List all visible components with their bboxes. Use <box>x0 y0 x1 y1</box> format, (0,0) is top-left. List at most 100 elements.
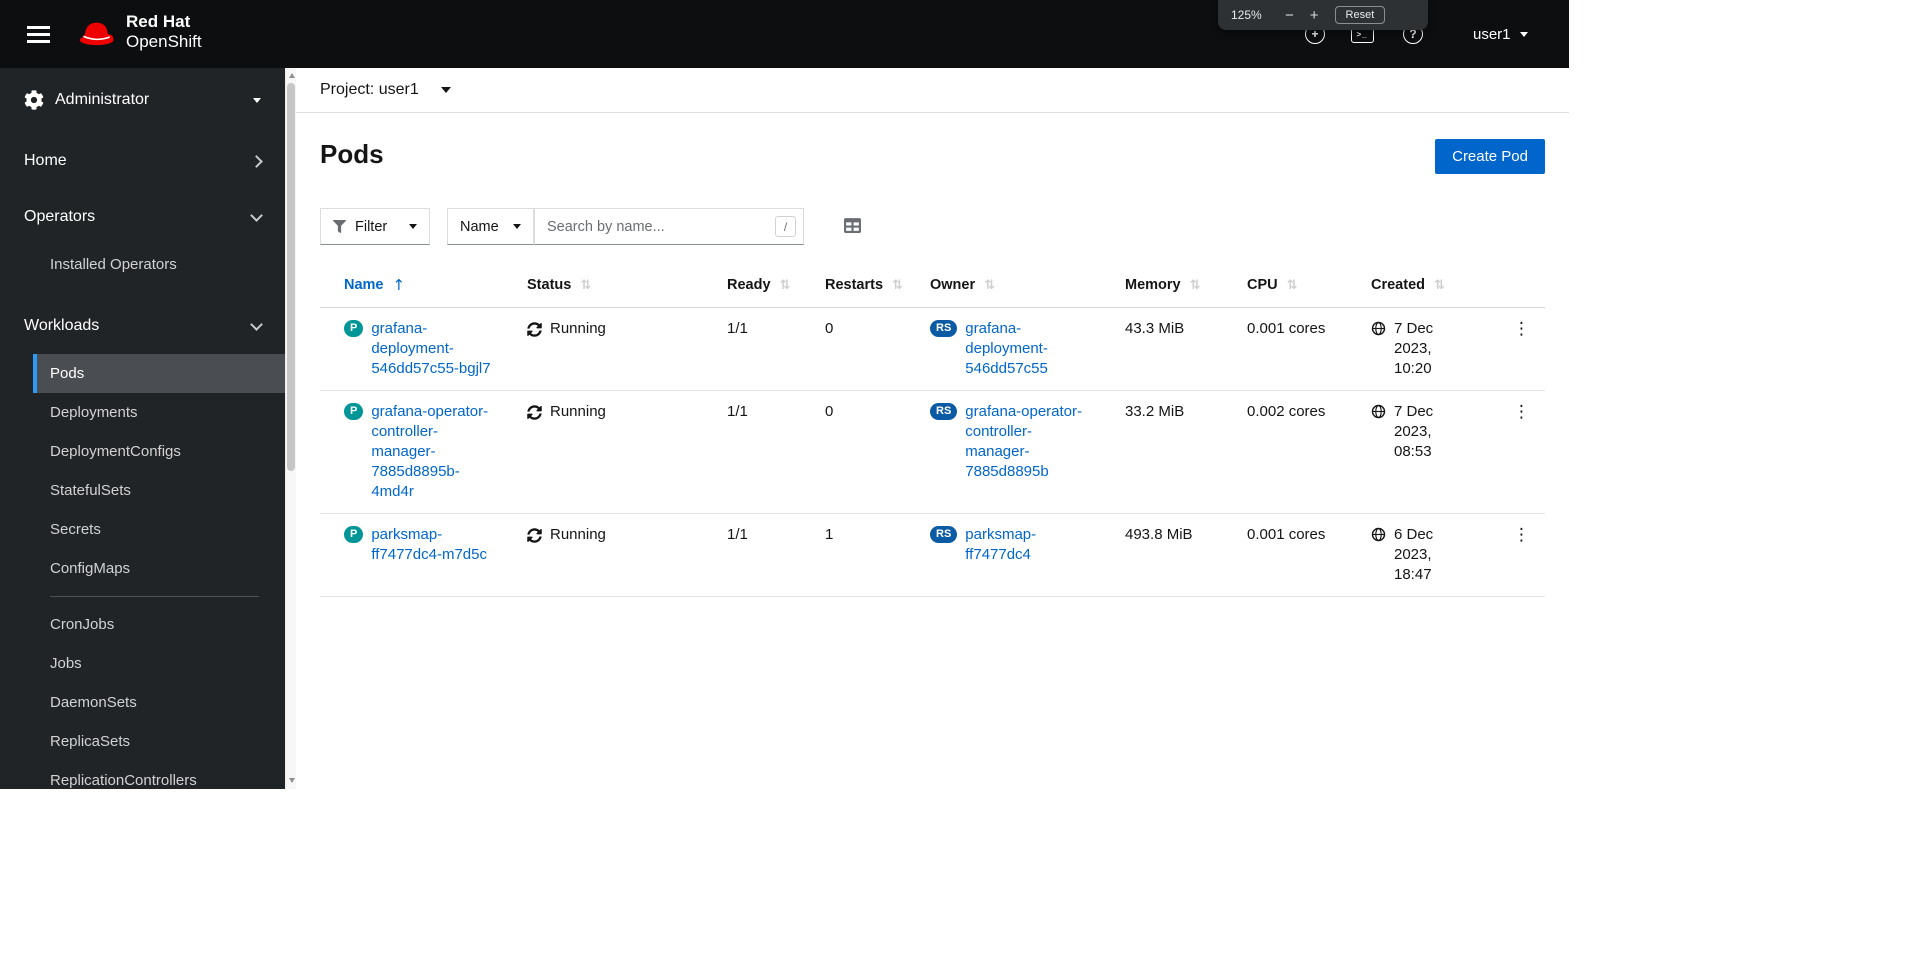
columns-icon <box>844 217 861 234</box>
column-header-ready[interactable]: Ready ⇅ <box>727 277 790 293</box>
main-content: Project: user1 Pods Create Pod Filter Na… <box>296 68 1569 789</box>
replicaset-badge: RS <box>930 526 958 543</box>
sort-icon: ⇅ <box>892 277 903 293</box>
zoom-out-button[interactable]: − <box>1283 8 1296 23</box>
kebab-menu-button[interactable]: ⋮ <box>1504 319 1539 340</box>
perspective-icon <box>24 90 44 110</box>
sort-ascending-icon: ↑ <box>392 276 406 294</box>
kebab-menu-button[interactable]: ⋮ <box>1504 525 1539 546</box>
cpu-cell: 0.002 cores <box>1223 390 1347 514</box>
restarts-cell: 0 <box>801 307 906 391</box>
sync-icon <box>527 322 542 337</box>
project-selector[interactable]: Project: user1 <box>320 81 451 99</box>
sidebar-nav: Administrator Home Operators Installed O… <box>0 68 285 789</box>
replicaset-badge: RS <box>930 403 958 420</box>
table-row: P grafana-deployment-546dd57c55-bgjl7 Ru… <box>320 307 1545 391</box>
sidebar-item-home[interactable]: Home <box>0 133 285 189</box>
owner-link[interactable]: grafana-operator-controller-manager-7885… <box>965 402 1095 482</box>
sidebar-item-operators[interactable]: Operators <box>0 189 285 245</box>
zoom-in-button[interactable]: + <box>1308 8 1321 23</box>
attribute-label: Name <box>460 218 499 235</box>
sidebar-item-configmaps[interactable]: ConfigMaps <box>33 549 285 588</box>
owner-link[interactable]: grafana-deployment-546dd57c55 <box>965 319 1095 379</box>
page-header: Pods Create Pod <box>296 113 1569 174</box>
status-text: Running <box>550 403 606 420</box>
search-attribute-dropdown[interactable]: Name <box>447 208 534 245</box>
restarts-cell: 1 <box>801 513 906 597</box>
sort-icon: ⇅ <box>580 277 592 293</box>
user-menu[interactable]: user1 <box>1473 0 1528 68</box>
created-time: 18:47 <box>1394 566 1432 583</box>
table-row: P grafana-operator-controller-manager-78… <box>320 390 1545 514</box>
page-title: Pods <box>320 139 384 169</box>
restarts-cell: 0 <box>801 390 906 514</box>
sidebar-item-statefulsets[interactable]: StatefulSets <box>33 471 285 510</box>
hamburger-icon <box>26 25 50 29</box>
column-header-name[interactable]: Name ↑ <box>344 276 405 294</box>
sort-icon: ⇅ <box>984 277 996 293</box>
nav-toggle-button[interactable] <box>16 14 60 54</box>
column-header-status[interactable]: Status ⇅ <box>527 277 591 293</box>
sidebar-item-secrets[interactable]: Secrets <box>33 510 285 549</box>
status-text: Running <box>550 526 606 543</box>
create-pod-button[interactable]: Create Pod <box>1435 139 1545 174</box>
project-label: Project: user1 <box>320 81 419 98</box>
sidebar-item-workloads[interactable]: Workloads <box>0 298 285 354</box>
sidebar-item-jobs[interactable]: Jobs <box>33 644 285 683</box>
table-header-row: Name ↑ Status ⇅ Ready ⇅ Restarts ⇅ Owner… <box>320 263 1545 308</box>
sidebar-item-deployments[interactable]: Deployments <box>33 393 285 432</box>
filter-dropdown[interactable]: Filter <box>320 208 430 245</box>
sidebar-item-installed-operators[interactable]: Installed Operators <box>33 245 285 284</box>
column-header-restarts[interactable]: Restarts ⇅ <box>825 277 903 293</box>
sort-icon: ⇅ <box>1189 277 1201 293</box>
sync-icon <box>527 528 542 543</box>
chevron-down-icon <box>250 317 263 331</box>
ready-cell: 1/1 <box>703 390 801 514</box>
operators-subnav: Installed Operators <box>0 245 285 284</box>
globe-icon <box>1371 321 1386 336</box>
caret-down-icon <box>440 87 451 93</box>
column-header-cpu[interactable]: CPU ⇅ <box>1247 277 1298 293</box>
sidebar-scrollbar[interactable] <box>285 68 296 789</box>
pod-badge: P <box>344 320 364 337</box>
column-header-memory[interactable]: Memory ⇅ <box>1125 277 1201 293</box>
sort-icon: ⇅ <box>1286 277 1298 293</box>
brand-line1: Red Hat <box>126 12 191 31</box>
brand-text: Red Hat OpenShift <box>126 12 202 52</box>
openshift-console: Red Hat OpenShift + >_ ? user1 125% − + … <box>0 0 1569 789</box>
pod-name-link[interactable]: grafana-deployment-546dd57c55-bgjl7 <box>371 319 497 379</box>
memory-cell: 33.2 MiB <box>1101 390 1223 514</box>
browser-zoom-bubble: 125% − + Reset <box>1218 0 1428 30</box>
sidebar-item-replicationcontrollers[interactable]: ReplicationControllers <box>33 761 285 789</box>
sidebar-item-deploymentconfigs[interactable]: DeploymentConfigs <box>33 432 285 471</box>
sidebar-item-daemonsets[interactable]: DaemonSets <box>33 683 285 722</box>
sort-icon: ⇅ <box>779 277 791 293</box>
owner-link[interactable]: parksmap-ff7477dc4 <box>965 525 1095 565</box>
pods-table: Name ↑ Status ⇅ Ready ⇅ Restarts ⇅ Owner… <box>320 263 1545 597</box>
kebab-menu-button[interactable]: ⋮ <box>1504 402 1539 423</box>
search-input[interactable] <box>534 208 804 245</box>
sidebar-item-label: Home <box>24 152 67 169</box>
sidebar-item-pods[interactable]: Pods <box>33 354 285 393</box>
pod-name-link[interactable]: grafana-operator-controller-manager-7885… <box>371 402 497 502</box>
sidebar-item-replicasets[interactable]: ReplicaSets <box>33 722 285 761</box>
zoom-level: 125% <box>1231 8 1262 22</box>
scrollbar-thumb[interactable] <box>287 83 295 471</box>
chevron-right-icon <box>250 154 263 168</box>
pod-name-link[interactable]: parksmap-ff7477dc4-m7d5c <box>371 525 497 565</box>
perspective-switcher[interactable]: Administrator <box>0 68 285 133</box>
column-header-owner[interactable]: Owner ⇅ <box>930 277 995 293</box>
caret-down-icon <box>513 224 521 229</box>
workloads-subnav: Pods Deployments DeploymentConfigs State… <box>0 354 285 789</box>
created-time: 10:20 <box>1394 360 1432 377</box>
project-bar: Project: user1 <box>296 68 1569 113</box>
pods-table-wrap: Name ↑ Status ⇅ Ready ⇅ Restarts ⇅ Owner… <box>296 263 1569 597</box>
created-date: 7 Dec 2023, <box>1394 403 1434 440</box>
cpu-cell: 0.001 cores <box>1223 307 1347 391</box>
status-text: Running <box>550 320 606 337</box>
sidebar-item-cronjobs[interactable]: CronJobs <box>33 605 285 644</box>
column-header-created[interactable]: Created ⇅ <box>1371 277 1445 293</box>
manage-columns-button[interactable] <box>840 215 864 239</box>
caret-down-icon <box>1519 31 1528 37</box>
zoom-reset-button[interactable]: Reset <box>1334 6 1386 24</box>
